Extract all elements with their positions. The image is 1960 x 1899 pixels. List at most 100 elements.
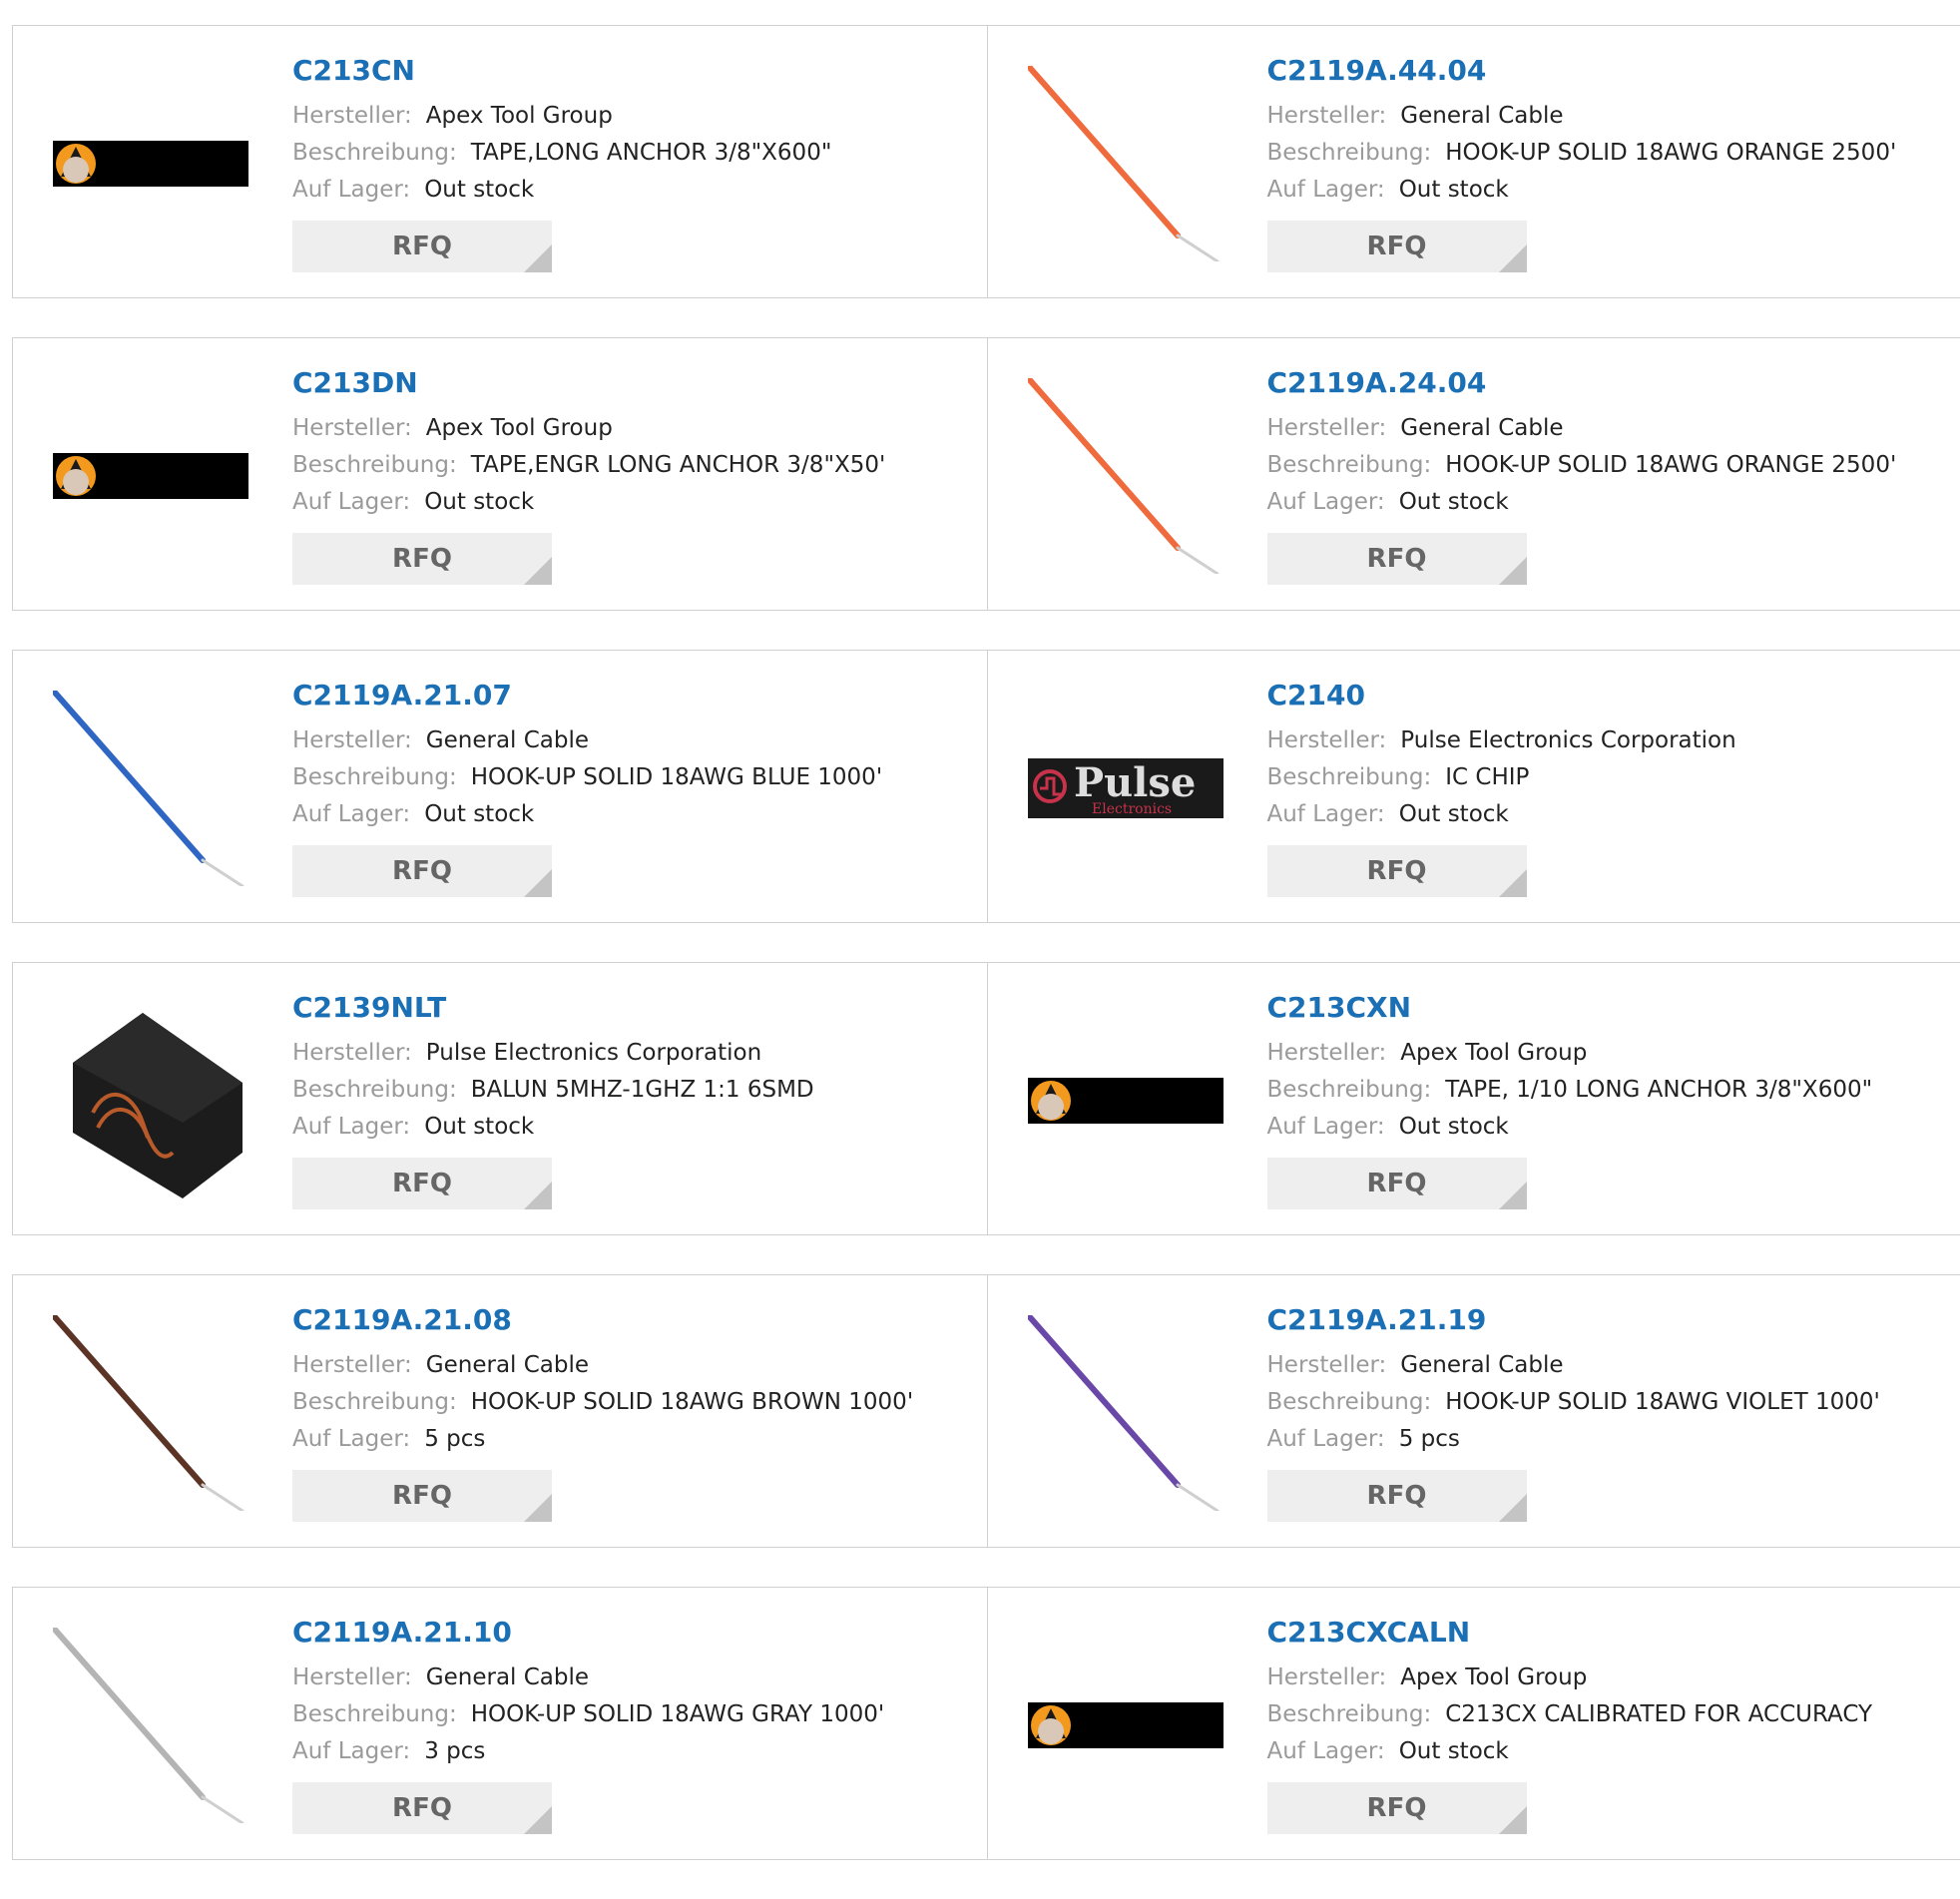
rfq-label: RFQ — [392, 232, 452, 261]
description-line: Beschreibung:HOOK-UP SOLID 18AWG VIOLET … — [1267, 1384, 1951, 1421]
manufacturer-line: Hersteller:General Cable — [292, 1347, 977, 1384]
stock-line: Auf Lager:Out stock — [1267, 1109, 1951, 1146]
manufacturer-label: Hersteller: — [1267, 1040, 1387, 1066]
description-value: HOOK-UP SOLID 18AWG BROWN 1000' — [471, 1389, 913, 1415]
rfq-button[interactable]: RFQ — [292, 1782, 552, 1834]
rfq-button[interactable]: RFQ — [1267, 845, 1527, 897]
manufacturer-label: Hersteller: — [292, 103, 412, 129]
product-info: C2119A.21.19 Hersteller:General CableBesc… — [1267, 1303, 1951, 1522]
stock-value: 5 pcs — [1399, 1426, 1460, 1452]
apex-logo-icon — [1028, 1702, 1224, 1748]
part-number-link[interactable]: C2119A.21.08 — [292, 1303, 977, 1337]
rfq-button[interactable]: RFQ — [292, 845, 552, 897]
product-card: C213CXCALN Hersteller:Apex Tool GroupBesc… — [987, 1588, 1960, 1859]
manufacturer-value: General Cable — [1400, 103, 1563, 129]
description-line: Beschreibung:C213CX CALIBRATED FOR ACCUR… — [1267, 1696, 1951, 1733]
description-line: Beschreibung:TAPE,ENGR LONG ANCHOR 3/8"X… — [292, 447, 977, 484]
stock-value: Out stock — [424, 1114, 534, 1140]
description-line: Beschreibung:HOOK-UP SOLID 18AWG ORANGE … — [1267, 447, 1951, 484]
part-number-link[interactable]: C2139NLT — [292, 991, 977, 1025]
part-number-link[interactable]: C213CN — [292, 54, 977, 88]
product-image[interactable] — [53, 1315, 248, 1511]
part-number-link[interactable]: C2119A.24.04 — [1267, 366, 1951, 400]
manufacturer-label: Hersteller: — [1267, 415, 1387, 441]
manufacturer-value: General Cable — [1400, 1352, 1563, 1378]
stock-label: Auf Lager: — [292, 1114, 410, 1140]
corner-triangle-icon — [1499, 869, 1527, 897]
stock-value: Out stock — [424, 177, 534, 203]
manufacturer-label: Hersteller: — [1267, 103, 1387, 129]
product-row: C2119A.21.10Hersteller:General CableBesc… — [12, 1587, 1960, 1860]
part-number-link[interactable]: C2119A.21.10 — [292, 1616, 977, 1650]
rfq-button[interactable]: RFQ — [292, 1470, 552, 1522]
product-card: PulseElectronicsC2140Hersteller:Pulse El… — [987, 651, 1960, 922]
product-row: C213DN Hersteller: Apex Tool Group Beschrei… — [12, 337, 1960, 611]
product-image[interactable] — [53, 691, 248, 886]
part-number-link[interactable]: C2119A.21.19 — [1267, 1303, 1951, 1337]
rfq-button[interactable]: RFQ — [292, 1158, 552, 1209]
description-line: Beschreibung:BALUN 5MHZ-1GHZ 1:1 6SMD — [292, 1072, 977, 1109]
product-image[interactable] — [1028, 1628, 1224, 1823]
stock-value: Out stock — [1399, 1114, 1509, 1140]
rfq-label: RFQ — [1367, 1169, 1427, 1198]
part-number-link[interactable]: C2140 — [1267, 679, 1951, 712]
stock-label: Auf Lager: — [1267, 801, 1385, 827]
product-image[interactable] — [53, 66, 248, 261]
description-label: Beschreibung: — [1267, 140, 1432, 166]
rfq-button[interactable]: RFQ — [1267, 1470, 1527, 1522]
product-row: C2119A.21.07Hersteller:General CableBesc… — [12, 650, 1960, 923]
description-label: Beschreibung: — [1267, 1077, 1432, 1103]
manufacturer-label: Hersteller: — [292, 727, 412, 753]
product-row: C2139NLTHersteller:Pulse Electronics Cor… — [12, 962, 1960, 1235]
rfq-button[interactable]: RFQ — [292, 221, 552, 272]
product-card: C213DN Hersteller: Apex Tool Group Beschrei… — [13, 338, 987, 610]
description-line: Beschreibung:TAPE,LONG ANCHOR 3/8"X600" — [292, 135, 977, 172]
product-row: C2119A.21.08Hersteller:General CableBesc… — [12, 1274, 1960, 1548]
stock-value: 5 pcs — [424, 1426, 485, 1452]
description-value: HOOK-UP SOLID 18AWG GRAY 1000' — [471, 1701, 884, 1727]
manufacturer-value: Pulse Electronics Corporation — [1400, 727, 1735, 753]
product-info: C213CXCALN Hersteller:Apex Tool GroupBesc… — [1267, 1616, 1951, 1834]
description-value: TAPE,ENGR LONG ANCHOR 3/8"X50' — [471, 452, 886, 478]
corner-triangle-icon — [1499, 1182, 1527, 1209]
stock-value: Out stock — [1399, 1738, 1509, 1764]
manufacturer-line: Hersteller:General Cable — [1267, 1347, 1951, 1384]
manufacturer-label: Hersteller: — [292, 415, 412, 441]
product-image[interactable] — [1028, 66, 1224, 261]
description-label: Beschreibung: — [292, 1701, 457, 1727]
stock-label: Auf Lager: — [292, 801, 410, 827]
product-image[interactable] — [1028, 378, 1224, 574]
part-number-link[interactable]: C213CXCALN — [1267, 1616, 1951, 1650]
product-image[interactable] — [53, 1003, 248, 1198]
product-image[interactable] — [1028, 1315, 1224, 1511]
apex-logo-icon — [53, 453, 248, 499]
rfq-button[interactable]: RFQ — [1267, 1158, 1527, 1209]
stock-value: Out stock — [424, 801, 534, 827]
stock-line: Auf Lager: Out stock — [292, 796, 977, 833]
product-card: C2139NLTHersteller:Pulse Electronics Cor… — [13, 963, 987, 1234]
stock-line: Auf Lager:Out stock — [1267, 484, 1951, 521]
manufacturer-value: Apex Tool Group — [426, 415, 613, 441]
product-info: C2140Hersteller:Pulse Electronics Corpor… — [1267, 679, 1951, 897]
manufacturer-line: Hersteller:Apex Tool Group — [1267, 1660, 1951, 1696]
rfq-button[interactable]: RFQ — [292, 533, 552, 585]
part-number-link[interactable]: C213CXN — [1267, 991, 1951, 1025]
description-value: HOOK-UP SOLID 18AWG BLUE 1000' — [471, 764, 882, 790]
rfq-button[interactable]: RFQ — [1267, 1782, 1527, 1834]
product-image[interactable] — [1028, 1003, 1224, 1198]
product-image[interactable]: PulseElectronics — [1028, 691, 1224, 886]
part-number-link[interactable]: C2119A.21.07 — [292, 679, 977, 712]
part-number-link[interactable]: C2119A.44.04 — [1267, 54, 1951, 88]
stock-line: Auf Lager:Out stock — [1267, 172, 1951, 209]
product-image[interactable] — [53, 1628, 248, 1823]
stock-line: Auf Lager:Out stock — [292, 172, 977, 209]
rfq-button[interactable]: RFQ — [1267, 533, 1527, 585]
product-image[interactable] — [53, 378, 248, 574]
corner-triangle-icon — [524, 1806, 552, 1834]
stock-value: 3 pcs — [424, 1738, 485, 1764]
rfq-button[interactable]: RFQ — [1267, 221, 1527, 272]
description-label: Beschreibung: — [292, 1389, 457, 1415]
rfq-label: RFQ — [392, 1169, 452, 1198]
part-number-link[interactable]: C213DN — [292, 366, 977, 400]
stock-label: Auf Lager: — [292, 489, 410, 515]
